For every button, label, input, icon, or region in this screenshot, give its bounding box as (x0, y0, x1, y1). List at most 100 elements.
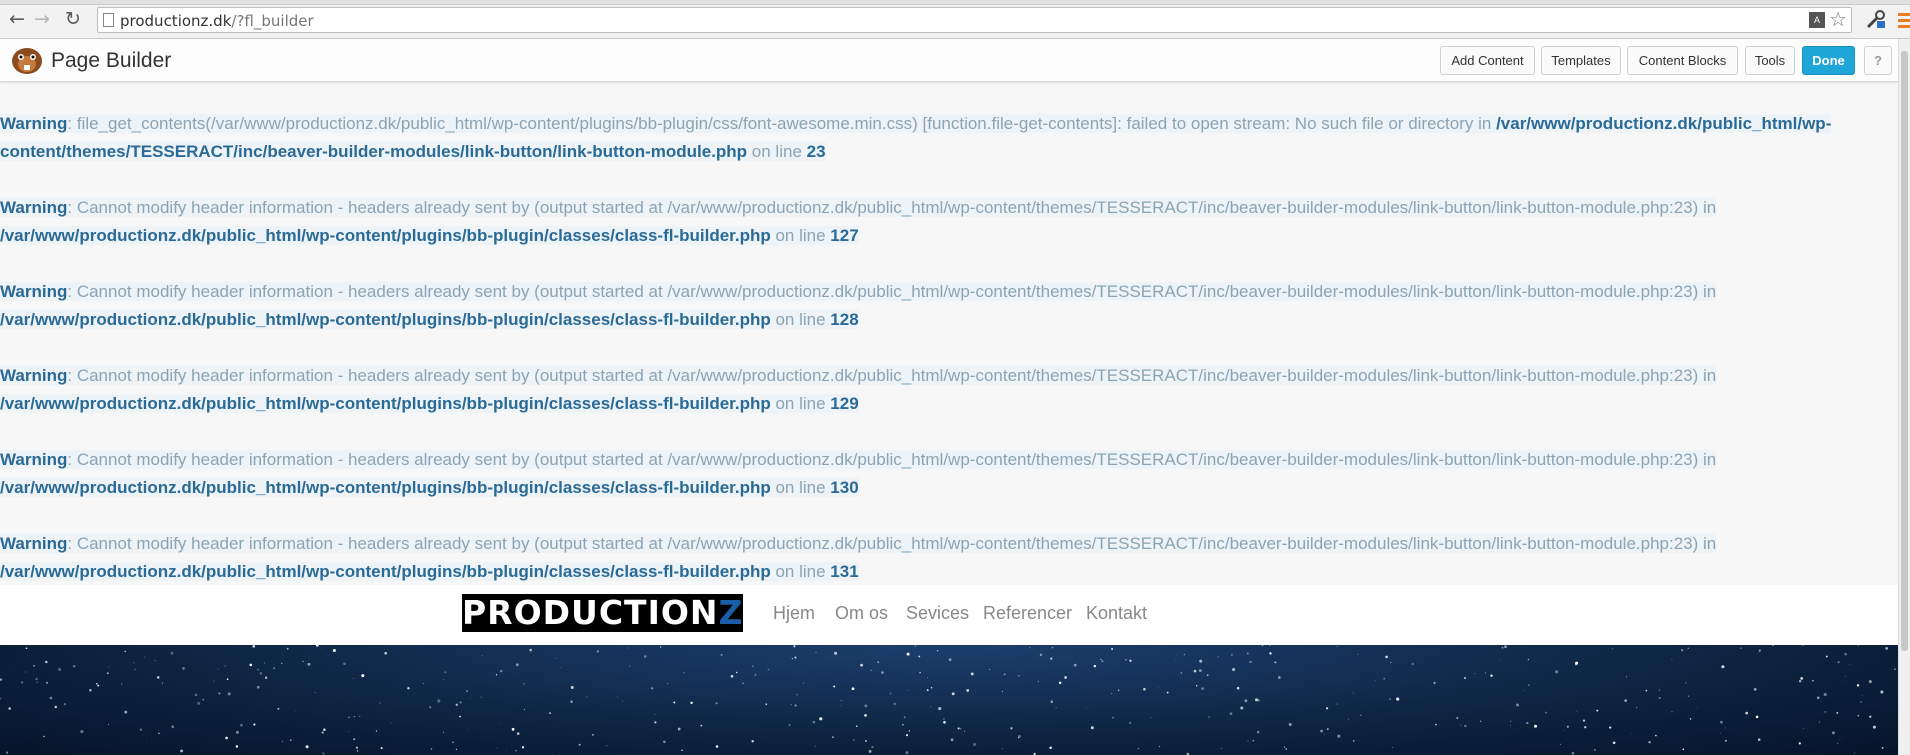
star (226, 678, 229, 681)
star (1772, 645, 1774, 647)
warning-message: Warning: Cannot modify header informatio… (0, 278, 1898, 334)
templates-button[interactable]: Templates (1541, 46, 1621, 75)
star (407, 687, 410, 690)
star (162, 682, 163, 684)
star (294, 710, 296, 712)
star (1719, 732, 1721, 734)
star (1396, 697, 1400, 701)
star (1383, 678, 1385, 680)
forward-arrow-icon[interactable]: → (31, 8, 53, 30)
star (5, 751, 9, 754)
star (1392, 747, 1394, 748)
content-blocks-button[interactable]: Content Blocks (1627, 46, 1738, 75)
star (466, 690, 468, 692)
nav-item-hjem[interactable]: Hjem (773, 603, 815, 624)
star (281, 741, 283, 743)
star (1375, 679, 1377, 681)
star (281, 662, 283, 665)
star (1844, 652, 1848, 656)
star (1274, 661, 1277, 664)
star (1236, 686, 1240, 690)
star (1143, 687, 1146, 691)
star (322, 752, 325, 755)
warning-text: : Cannot modify header information - hea… (67, 534, 1717, 553)
star (1180, 672, 1183, 674)
star (1337, 734, 1341, 738)
star (1456, 717, 1459, 719)
translate-icon[interactable]: A (1809, 12, 1825, 28)
star (989, 669, 991, 671)
nav-item-kontakt[interactable]: Kontakt (1086, 603, 1147, 624)
star (1631, 733, 1633, 735)
back-arrow-icon[interactable]: ← (6, 8, 28, 30)
site-logo[interactable]: PRODUCTIONZ (462, 594, 743, 632)
star (715, 702, 718, 705)
star (1881, 746, 1884, 749)
star (715, 745, 719, 748)
nav-item-sevices[interactable]: Sevices (906, 603, 969, 624)
star (751, 739, 754, 743)
extension-icon[interactable] (1865, 8, 1887, 30)
star (902, 724, 904, 726)
star (1544, 711, 1547, 714)
scrollbar-thumb[interactable] (1901, 51, 1908, 651)
warning-label: Warning (0, 114, 68, 133)
star (277, 707, 280, 710)
star (1885, 647, 1889, 650)
star (356, 750, 359, 752)
star (443, 731, 445, 733)
star (877, 661, 880, 664)
nav-item-om-os[interactable]: Om os (835, 603, 888, 624)
star (213, 680, 215, 682)
star (790, 703, 792, 706)
star (1261, 645, 1264, 647)
star (1463, 677, 1467, 680)
star (1480, 720, 1482, 722)
page-scrollbar[interactable] (1898, 39, 1910, 755)
star (1845, 675, 1847, 677)
address-bar[interactable]: productionz.dk/?fl_builder A ☆ (97, 7, 1852, 33)
star (616, 696, 618, 698)
star (33, 664, 36, 667)
star (1880, 690, 1884, 694)
star (1824, 711, 1826, 713)
star (621, 700, 623, 702)
star (1093, 664, 1097, 668)
tools-button[interactable]: Tools (1745, 46, 1795, 75)
page-builder-bar: Page Builder Add Content Templates Conte… (0, 39, 1898, 82)
help-button[interactable]: ? (1864, 46, 1892, 75)
warning-text: : file_get_contents(/var/www/productionz… (67, 114, 1497, 133)
star (224, 665, 226, 667)
star (1609, 726, 1612, 729)
star (814, 745, 816, 747)
star (302, 660, 304, 663)
star (444, 671, 447, 673)
star (1150, 717, 1152, 719)
star (1390, 662, 1392, 664)
star-icon[interactable]: ☆ (1829, 9, 1847, 31)
star (1655, 734, 1657, 737)
star (384, 651, 388, 655)
nav-item-referencer[interactable]: Referencer (983, 603, 1072, 624)
star (106, 672, 109, 675)
star (235, 730, 239, 734)
star (144, 656, 146, 658)
done-button[interactable]: Done (1802, 46, 1855, 75)
star (256, 685, 260, 689)
menu-icon[interactable] (1898, 13, 1910, 31)
star (802, 682, 804, 684)
url-text[interactable]: productionz.dk/?fl_builder (120, 12, 314, 30)
star (596, 650, 600, 653)
star (832, 736, 834, 739)
star (1645, 689, 1648, 692)
star (156, 676, 160, 679)
star (139, 728, 143, 731)
warning-file: /var/www/productionz.dk/public_html/wp-c… (0, 562, 771, 581)
star (264, 676, 268, 679)
star (1039, 653, 1043, 656)
star (1872, 725, 1876, 729)
star (1856, 684, 1860, 687)
add-content-button[interactable]: Add Content (1440, 46, 1535, 75)
reload-icon[interactable]: ↻ (62, 8, 84, 30)
star (1357, 653, 1359, 655)
